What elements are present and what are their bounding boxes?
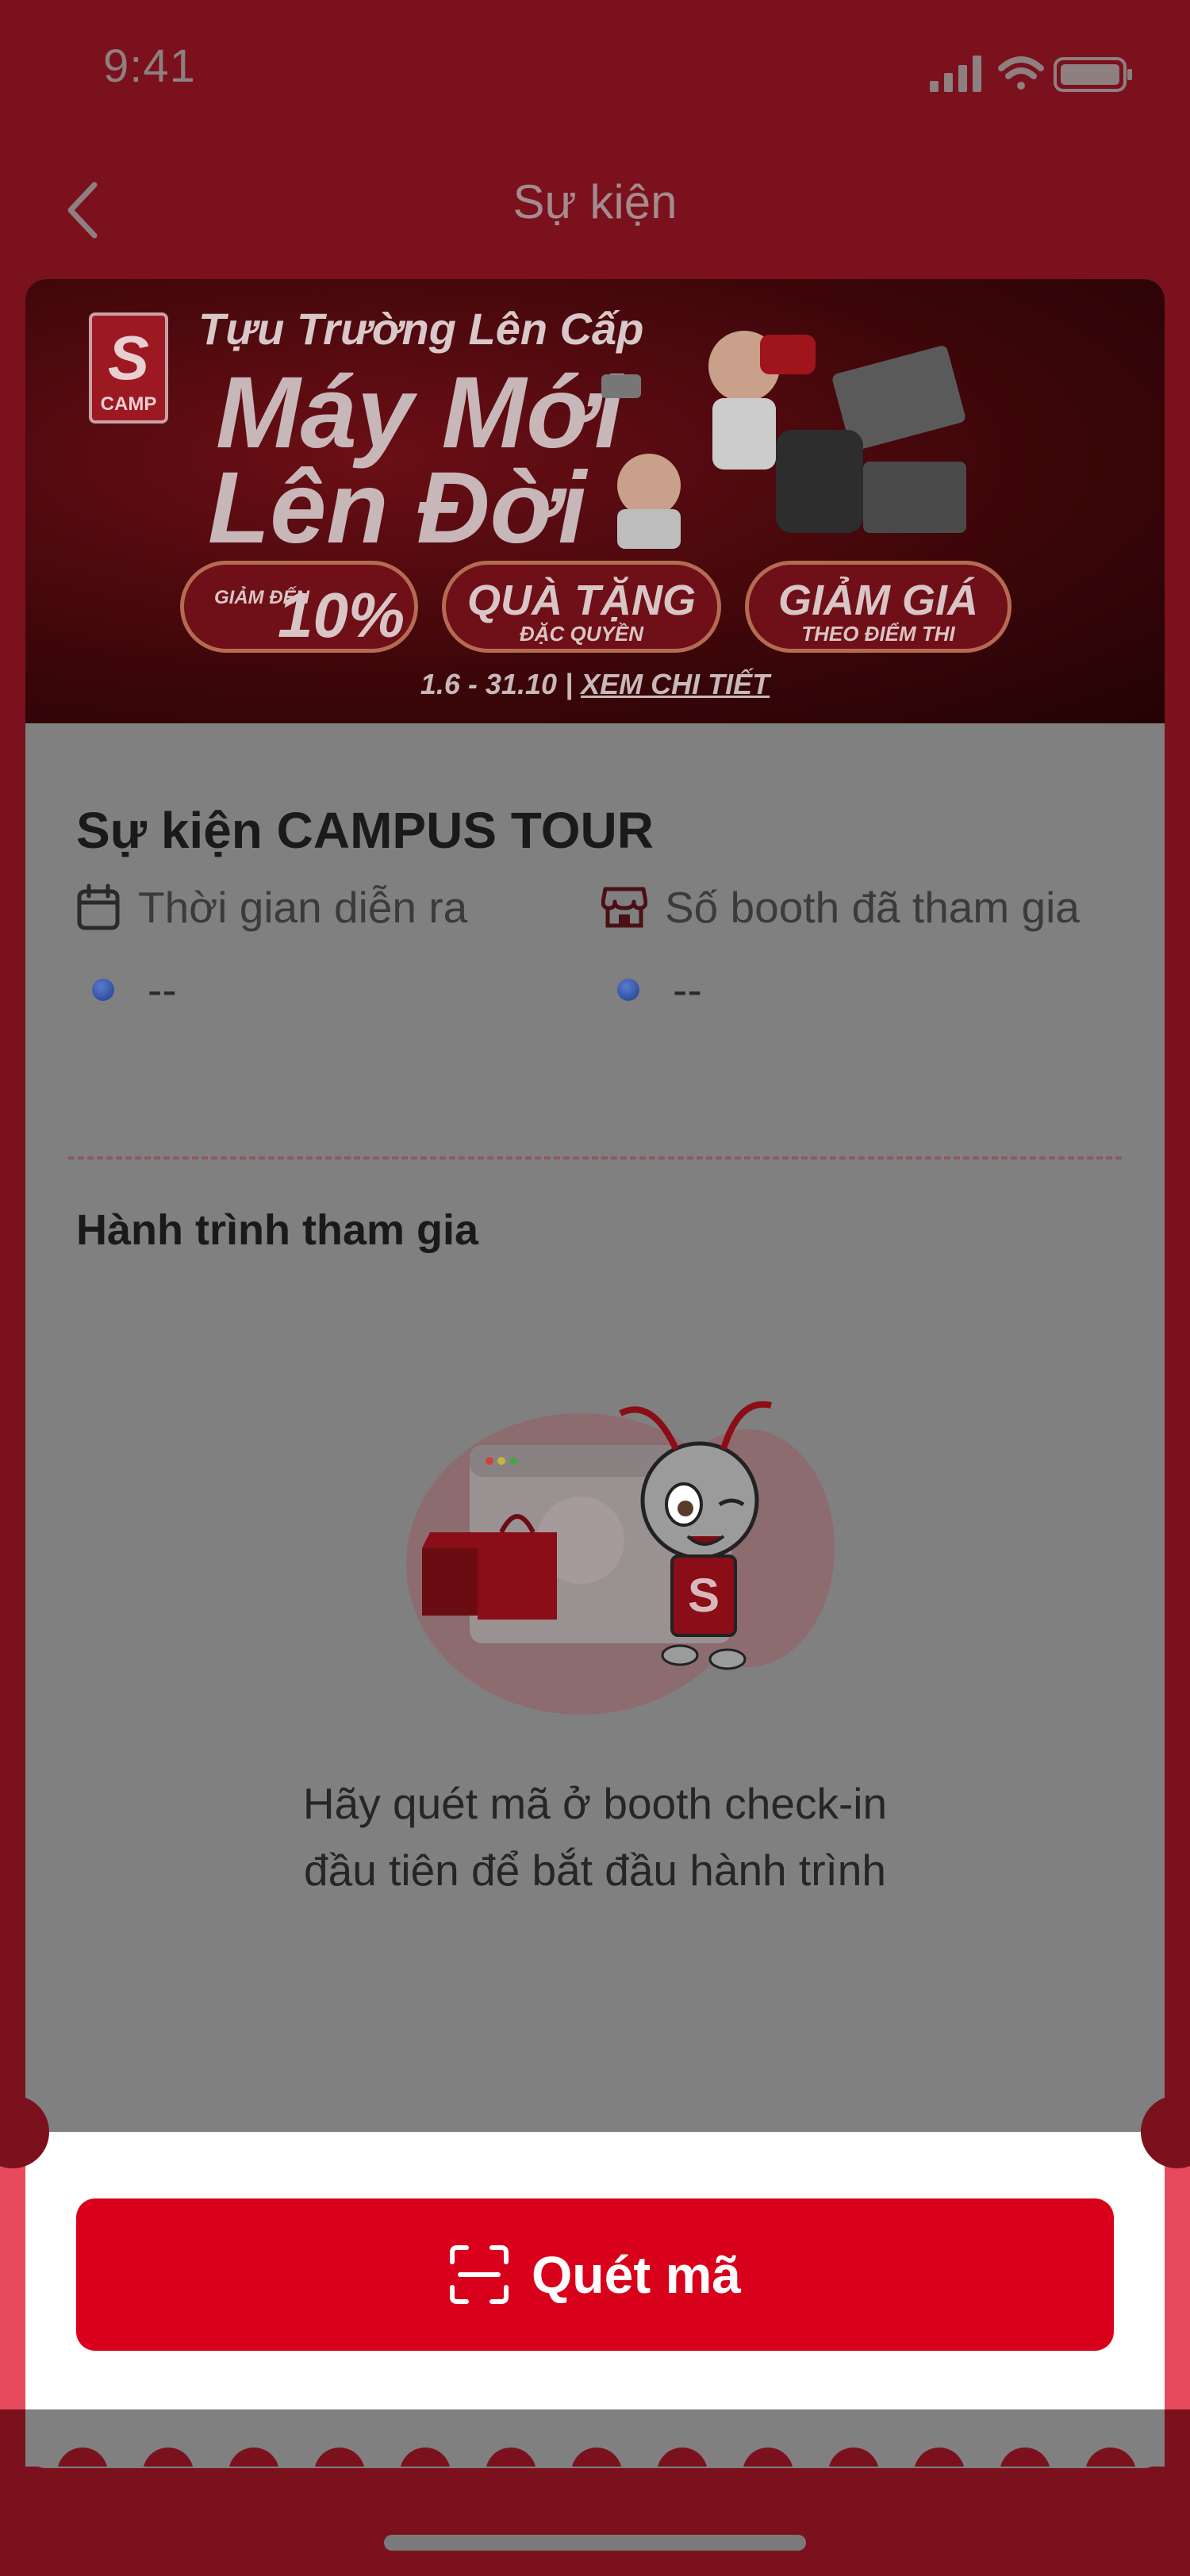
gift-subtitle: ĐẶC QUYỀN [519,622,643,646]
scan-button-label: Quét mã [531,2245,742,2304]
ticket-hole [657,2448,708,2467]
ticket-hole [143,2448,194,2467]
empty-state-line1: Hãy quét mã ở booth check-in [302,1779,888,1828]
empty-state-line2: đầu tiên để bắt đầu hành trình [304,1846,886,1895]
booth-value: -- [673,965,702,1014]
bag-letter: S [688,1569,720,1622]
ticket-hole [571,2448,622,2467]
banner-headline: Tựu Trường Lên Cấp [198,304,644,354]
divider [68,1156,1122,1160]
discount-value: 10% [278,580,405,650]
ticket-hole [228,2448,279,2467]
logo-text: CAMP [100,393,157,415]
banner-products-illustration [601,331,966,549]
ticket-hole [400,2448,451,2467]
event-time-info: Thời gian diễn ra -- [76,882,467,1015]
status-bar: 9:41 [0,0,1190,143]
price-title: GIẢM GIÁ [778,577,978,624]
wifi-icon [998,56,1044,90]
ticket-scallop-edge [25,2409,1165,2467]
page-title: Sự kiện [512,175,678,228]
discount-badge: GIẢM ĐẾN 10% [180,561,418,653]
calendar-icon [77,884,120,930]
time-value: -- [148,965,177,1014]
gift-badge: QUÀ TẶNG ĐẶC QUYỀN [442,561,721,653]
home-indicator[interactable] [384,2535,806,2551]
ticket-hole [486,2448,536,2467]
banner-title-line2: Lên Đời [208,451,587,565]
ticket-hole [1000,2448,1050,2467]
banner-date-row: 1.6 - 31.10 | XEM CHI TIẾT [25,668,1165,701]
ticket-hole [914,2448,965,2467]
empty-state-message: Hãy quét mã ở booth check-in đầu tiên để… [25,1770,1165,1903]
brand-logo: S CAMP [89,312,168,424]
view-details-link[interactable]: XEM CHI TIẾT [581,668,770,700]
status-dot [92,979,114,1001]
scan-qr-button[interactable]: Quét mã [76,2198,1114,2351]
gift-title: QUÀ TẶNG [467,577,696,624]
signal-icon [930,56,981,92]
status-dot [617,979,639,1001]
price-badge: GIẢM GIÁ THEO ĐIỂM THI [745,561,1012,653]
banner-separator: | [565,668,574,700]
price-subtitle: THEO ĐIỂM THI [801,622,955,646]
scan-icon [449,2245,509,2304]
event-title: Sự kiện CAMPUS TOUR [76,802,654,859]
journey-title: Hành trình tham gia [76,1206,479,1254]
nav-bar: Sự kiện [0,151,1190,270]
ticket-hole [1085,2448,1136,2467]
battery-icon [1054,57,1132,92]
status-icons [928,49,1134,97]
time-label: Thời gian diễn ra [138,883,468,932]
booth-count-info: Số booth đã tham gia -- [601,882,1080,1015]
logo-letter: S [107,323,150,393]
ticket-hole [314,2448,365,2467]
status-time: 9:41 [103,40,196,92]
banner-date: 1.6 - 31.10 [420,668,557,700]
event-banner[interactable]: S CAMP Tựu Trường Lên Cấp Máy Mới Lên Đờ… [25,279,1165,723]
ticket-hole [743,2448,793,2467]
booth-label: Số booth đã tham gia [665,883,1080,932]
ticket-hole [57,2448,108,2467]
ticket-hole [828,2448,879,2467]
store-icon [601,887,647,928]
empty-state-illustration: S [406,1401,835,1715]
